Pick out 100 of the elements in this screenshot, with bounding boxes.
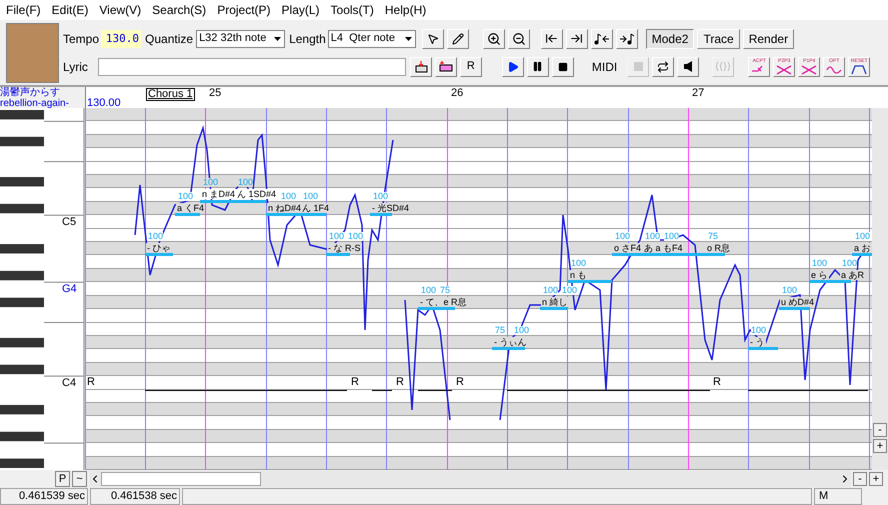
note-lyric: e ら (810, 270, 829, 280)
note-lyric: ん 1F4 (301, 202, 330, 213)
insert-region-button[interactable] (434, 56, 457, 76)
note-bar[interactable] (200, 200, 235, 203)
speaker-button[interactable] (677, 56, 700, 76)
lyric-label: Lyric (63, 58, 88, 76)
midi-label: MIDI (592, 58, 618, 76)
pause-button[interactable] (526, 56, 549, 76)
dropdown-arrow-icon (404, 36, 412, 40)
envelope-curve-icon (851, 64, 868, 74)
note-bar[interactable] (852, 253, 872, 256)
note-lyric: a お (853, 243, 872, 254)
zoom-out-button[interactable] (508, 28, 530, 48)
jump-end-button[interactable] (566, 28, 588, 48)
mode-button[interactable]: Trace (697, 28, 740, 48)
length-dropdown[interactable]: L4 Qter note (328, 30, 416, 48)
note-bar[interactable] (145, 253, 173, 256)
brackets-icon (715, 61, 732, 72)
plus-bar-icon (438, 60, 453, 72)
velocity-value: 100 (855, 232, 870, 242)
menu-item[interactable]: Edit(E) (52, 1, 88, 19)
note-lyric: u めD#4 (780, 296, 816, 307)
pencil-icon (452, 32, 464, 44)
menu-item[interactable]: File(F) (6, 1, 41, 19)
tilde-button[interactable]: ~ (72, 471, 87, 487)
note-bar[interactable] (612, 253, 642, 256)
note-bar[interactable] (642, 253, 705, 256)
length-label: Length (289, 30, 326, 48)
menu-item[interactable]: Search(S) (152, 1, 206, 19)
region-marker[interactable]: Chorus 1 (146, 88, 195, 101)
bar-number: 27 (692, 88, 704, 99)
velocity-value: 100 (664, 232, 680, 242)
velocity-value: 100 (348, 232, 364, 242)
insert-box-icon (414, 60, 428, 72)
status-field: 0.461538 sec (90, 488, 180, 505)
zoom-in-button[interactable]: + (869, 472, 883, 486)
arrow-to-line-icon (545, 32, 558, 45)
menu-item[interactable]: Tools(T) (330, 1, 374, 19)
menu-item[interactable]: View(V) (99, 1, 142, 19)
lyric-field[interactable] (98, 58, 406, 76)
note-bar[interactable] (235, 200, 266, 203)
horizontal-scrollbar[interactable] (89, 471, 851, 487)
scroll-thumb[interactable] (101, 472, 261, 486)
note-lyric: - う (749, 336, 766, 347)
p-button[interactable]: P (55, 471, 70, 487)
sync-button[interactable] (652, 56, 674, 76)
jump-start-button[interactable] (540, 28, 563, 48)
note-bar[interactable] (326, 253, 350, 256)
note-lyric: ん 1SD#4 (236, 189, 278, 200)
quantize-dropdown[interactable]: L32 32th note (196, 30, 286, 48)
sync-icon (657, 60, 670, 72)
menu-item[interactable]: Project(P) (217, 1, 271, 19)
velocity-value: 100 (203, 178, 218, 188)
note-bar[interactable] (492, 347, 525, 350)
note-bar[interactable] (418, 307, 455, 310)
arrow-note-icon (618, 32, 635, 44)
zoom-in-button[interactable]: + (873, 439, 887, 453)
pointer-button[interactable] (422, 28, 444, 48)
note-bar[interactable] (748, 347, 778, 350)
note-lyric: - て、e R息 (419, 296, 468, 307)
note-bar[interactable] (779, 307, 809, 310)
tempo-field[interactable]: 130.0 (101, 30, 142, 48)
velocity-value: 100 (615, 232, 630, 242)
play-icon (506, 60, 519, 72)
note-bar[interactable] (839, 280, 851, 284)
note-bar[interactable] (300, 213, 326, 216)
note-bar[interactable] (266, 213, 300, 216)
pause-icon (532, 61, 544, 72)
note-lyric: - うぃん (493, 336, 528, 347)
key-label: C5 (62, 216, 76, 228)
pointer-icon (426, 32, 439, 44)
mode-button[interactable]: Render (742, 28, 794, 48)
pencil-button[interactable] (446, 28, 469, 48)
status-field: 0.461539 sec (0, 488, 88, 505)
quantize-label: Quantize (145, 30, 194, 48)
note-right-button[interactable] (616, 28, 638, 48)
note-lyric: n 綺し (541, 296, 569, 307)
vertical-scrollbar[interactable]: - + (872, 108, 888, 470)
note-bar[interactable] (175, 213, 200, 216)
menu-item[interactable]: Help(H) (384, 1, 426, 19)
note-left-button[interactable] (590, 28, 613, 48)
zoom-out-button[interactable]: - (873, 423, 887, 437)
velocity-value: 75 (708, 232, 718, 242)
note-lyric: n まD#4 (201, 189, 236, 200)
zoom-in-button[interactable] (482, 28, 505, 48)
insert-rest-button[interactable]: R (460, 56, 482, 76)
note-bar[interactable] (809, 280, 839, 284)
stop-button[interactable] (552, 56, 574, 76)
note-bar[interactable] (705, 253, 725, 256)
play-button[interactable] (502, 56, 524, 76)
mode-button[interactable]: Mode2 (646, 28, 694, 48)
insert-note-button[interactable] (410, 56, 432, 76)
avatar-placeholder (6, 22, 59, 82)
note-bar[interactable] (568, 280, 612, 284)
note-bar[interactable] (540, 307, 568, 310)
dropdown-arrow-icon (274, 36, 282, 40)
zoom-out-button[interactable]: - (853, 472, 867, 486)
envelope-curve-icon (776, 64, 792, 74)
menu-item[interactable]: Play(L) (282, 1, 320, 19)
note-bar[interactable] (370, 213, 392, 216)
